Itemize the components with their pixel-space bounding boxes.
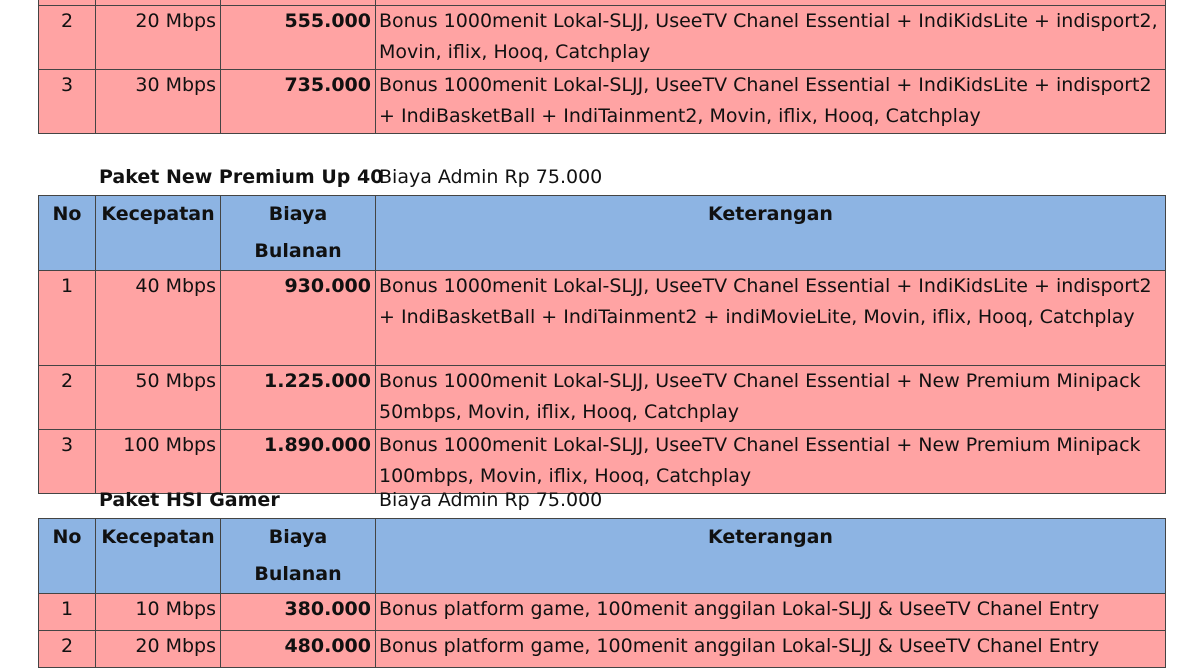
header-row: No Kecepatan Biaya Bulanan Keterangan xyxy=(38,195,1166,271)
cell-biaya: 555.000 xyxy=(220,5,376,70)
cell-keterangan: Bonus 1000menit Lokal-SLJJ, UseeTV Chane… xyxy=(375,5,1166,70)
header-kecepatan: Kecepatan xyxy=(95,195,221,271)
header-biaya: Biaya Bulanan xyxy=(220,518,376,594)
header-kecepatan: Kecepatan xyxy=(95,518,221,594)
table-row: 1 40 Mbps 930.000 Bonus 1000menit Lokal-… xyxy=(38,270,1166,366)
cell-biaya: 380.000 xyxy=(220,593,376,631)
package3-table: No Kecepatan Biaya Bulanan Keterangan 1 … xyxy=(38,518,1166,668)
header-biaya: Biaya Bulanan xyxy=(220,195,376,271)
cell-no: 2 xyxy=(38,5,96,70)
cell-keterangan: Bonus 1000menit Lokal-SLJJ, UseeTV Chane… xyxy=(375,270,1166,366)
cell-no: 1 xyxy=(38,270,96,366)
cell-keterangan: Bonus 1000menit Lokal-SLJJ, UseeTV Chane… xyxy=(375,69,1166,134)
cell-no: 1 xyxy=(38,593,96,631)
cell-keterangan: Bonus platform game, 100menit anggilan L… xyxy=(375,593,1166,631)
table-row: 2 20 Mbps 555.000 Bonus 1000menit Lokal-… xyxy=(38,5,1166,70)
cell-kecepatan: 50 Mbps xyxy=(95,365,221,430)
header-no: No xyxy=(38,518,96,594)
cell-kecepatan: 30 Mbps xyxy=(95,69,221,134)
cell-biaya: 1.890.000 xyxy=(220,429,376,494)
cell-kecepatan: 40 Mbps xyxy=(95,270,221,366)
cell-no: 2 xyxy=(38,365,96,430)
cell-no: 2 xyxy=(38,630,96,668)
package2-title: Paket New Premium Up 40 xyxy=(99,166,384,188)
package2-table: No Kecepatan Biaya Bulanan Keterangan 1 … xyxy=(38,195,1166,494)
cell-kecepatan: 20 Mbps xyxy=(95,5,221,70)
cell-no: 3 xyxy=(38,69,96,134)
header-row: No Kecepatan Biaya Bulanan Keterangan xyxy=(38,518,1166,594)
cell-kecepatan: 10 Mbps xyxy=(95,593,221,631)
package3-admin-fee: Biaya Admin Rp 75.000 xyxy=(379,489,603,511)
cell-biaya: 480.000 xyxy=(220,630,376,668)
cell-keterangan: Bonus 1000menit Lokal-SLJJ, UseeTV Chane… xyxy=(375,365,1166,430)
table-row: 3 100 Mbps 1.890.000 Bonus 1000menit Lok… xyxy=(38,429,1166,494)
table-row: 1 10 Mbps 380.000 Bonus platform game, 1… xyxy=(38,593,1166,631)
header-keterangan: Keterangan xyxy=(375,518,1166,594)
cell-keterangan: Bonus 1000menit Lokal-SLJJ, UseeTV Chane… xyxy=(375,429,1166,494)
header-no: No xyxy=(38,195,96,271)
cell-biaya: 1.225.000 xyxy=(220,365,376,430)
table-row: 2 20 Mbps 480.000 Bonus platform game, 1… xyxy=(38,630,1166,668)
cell-biaya: 735.000 xyxy=(220,69,376,134)
header-keterangan: Keterangan xyxy=(375,195,1166,271)
cell-no: 3 xyxy=(38,429,96,494)
package1-table: 2 20 Mbps 555.000 Bonus 1000menit Lokal-… xyxy=(38,0,1166,134)
table-row: 2 50 Mbps 1.225.000 Bonus 1000menit Loka… xyxy=(38,365,1166,430)
cell-keterangan: Bonus platform game, 100menit anggilan L… xyxy=(375,630,1166,668)
package3-title: Paket HSI Gamer xyxy=(99,489,280,511)
cell-biaya: 930.000 xyxy=(220,270,376,366)
cell-kecepatan: 20 Mbps xyxy=(95,630,221,668)
cell-kecepatan: 100 Mbps xyxy=(95,429,221,494)
package2-admin-fee: Biaya Admin Rp 75.000 xyxy=(379,166,603,188)
table-row: 3 30 Mbps 735.000 Bonus 1000menit Lokal-… xyxy=(38,69,1166,134)
